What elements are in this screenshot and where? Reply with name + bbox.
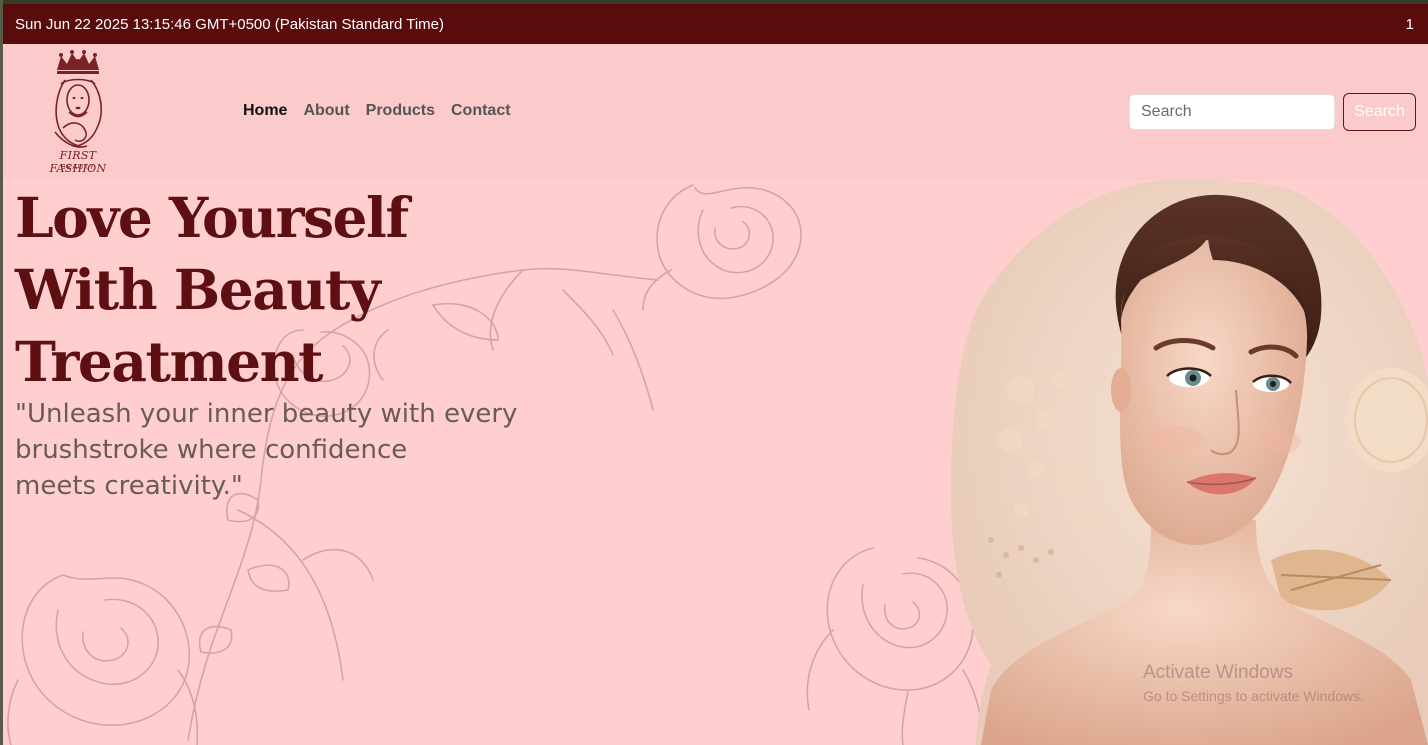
watermark-title: Activate Windows xyxy=(1143,662,1293,683)
navbar: FIRST FASHION BEAUTY Home About Products… xyxy=(3,44,1428,180)
search-input[interactable] xyxy=(1129,94,1335,130)
counter-text: 1 xyxy=(1405,15,1414,33)
logo-brand-name: FIRST FASHION xyxy=(49,149,107,175)
activate-windows-watermark: Activate Windows Go to Settings to activ… xyxy=(1143,662,1364,704)
brand-logo[interactable]: FIRST FASHION BEAUTY xyxy=(35,50,121,175)
main-nav: Home About Products Contact xyxy=(243,102,511,120)
nav-link-products[interactable]: Products xyxy=(366,102,435,120)
crown-woman-logo-icon xyxy=(54,50,103,148)
hero-title-line: Treatment xyxy=(15,329,324,394)
hero-title-line: With Beauty xyxy=(15,257,381,322)
top-bar: Sun Jun 22 2025 13:15:46 GMT+0500 (Pakis… xyxy=(3,4,1428,44)
logo-brand-sub: BEAUTY xyxy=(60,164,95,171)
search-button[interactable]: Search xyxy=(1343,93,1416,131)
datetime-text: Sun Jun 22 2025 13:15:46 GMT+0500 (Pakis… xyxy=(15,15,445,33)
hero-quote-line: "Unleash your inner beauty with every xyxy=(15,399,518,429)
hero-quote: "Unleash your inner beauty with every br… xyxy=(15,396,575,504)
nav-link-home[interactable]: Home xyxy=(243,102,287,120)
nav-link-about[interactable]: About xyxy=(303,102,349,120)
nav-link-contact[interactable]: Contact xyxy=(451,102,511,120)
hero-title-line: Love Yourself xyxy=(15,185,409,250)
watermark-subtitle: Go to Settings to activate Windows. xyxy=(1143,688,1364,704)
hero-title: Love Yourself With Beauty Treatment xyxy=(15,182,575,398)
hero-quote-line: brushstroke where confidence xyxy=(15,435,408,465)
hero-section: Love Yourself With Beauty Treatment "Unl… xyxy=(3,180,1428,745)
woman-portrait-image xyxy=(951,180,1428,745)
hero-quote-line: meets creativity." xyxy=(15,471,243,501)
